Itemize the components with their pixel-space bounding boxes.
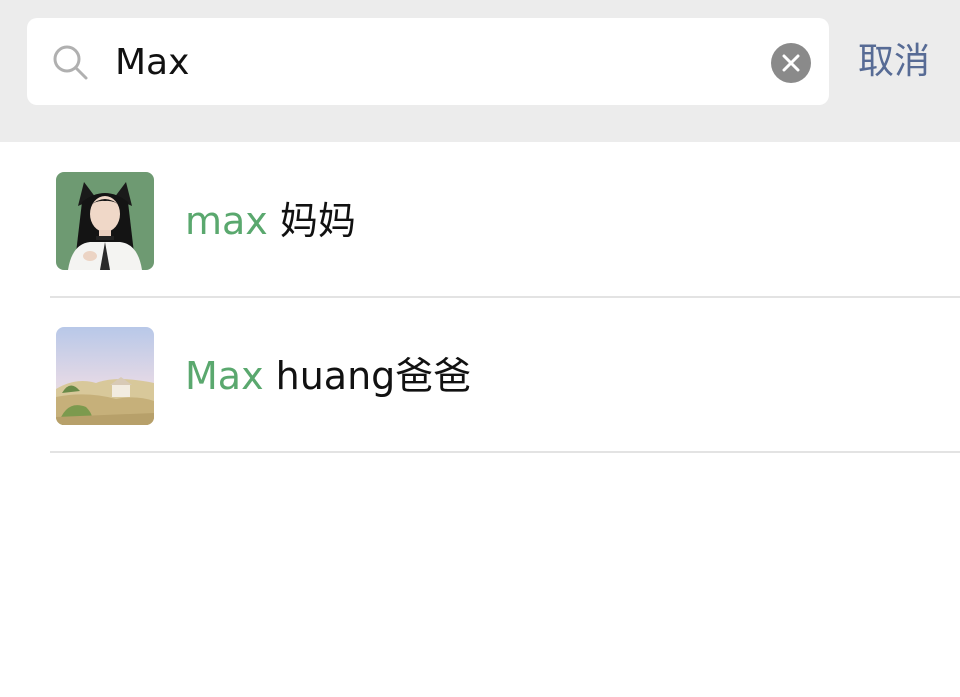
search-header: 取消 — [0, 0, 960, 142]
search-result-row[interactable]: max 妈妈 — [0, 144, 960, 298]
search-result-row[interactable]: Max huang爸爸 — [0, 299, 960, 453]
name-remainder: huang爸爸 — [263, 354, 472, 398]
result-name: max 妈妈 — [185, 196, 356, 246]
name-remainder: 妈妈 — [267, 199, 356, 243]
matched-keyword: Max — [185, 354, 264, 398]
avatar — [56, 327, 154, 425]
avatar — [56, 172, 154, 270]
divider — [50, 451, 960, 453]
clear-icon[interactable] — [771, 43, 811, 83]
cancel-button[interactable]: 取消 — [858, 36, 930, 88]
matched-keyword: max — [185, 199, 268, 243]
search-box[interactable] — [27, 18, 829, 105]
divider — [50, 296, 960, 298]
result-name: Max huang爸爸 — [185, 351, 471, 401]
search-icon — [51, 43, 89, 81]
search-input[interactable] — [115, 37, 755, 87]
